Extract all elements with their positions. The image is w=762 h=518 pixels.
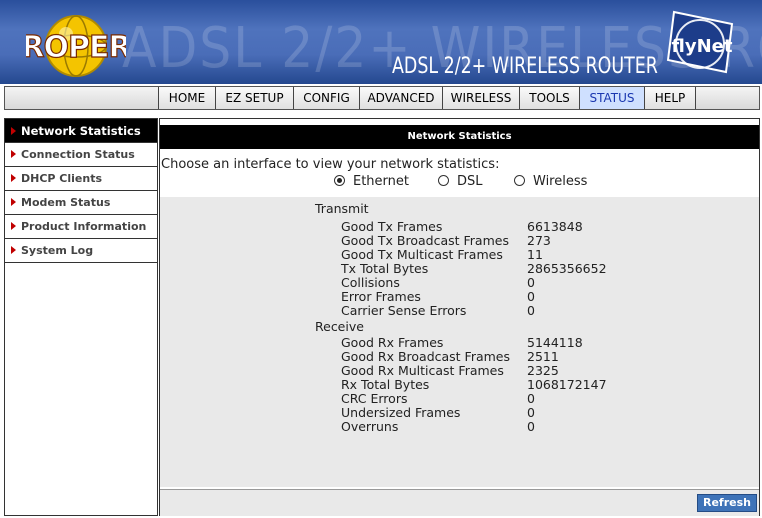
sidebar-item-label: Network Statistics [21,124,141,138]
radio-ethernet[interactable]: Ethernet [334,174,409,189]
tab-tools[interactable]: TOOLS [519,87,579,109]
roper-logo: ROPER [26,15,126,77]
stat-value: 273 [527,233,551,248]
arrow-right-icon [11,174,16,182]
tab-config[interactable]: CONFIG [293,87,359,109]
radio-wireless[interactable]: Wireless [514,174,587,189]
stat-label: Good Rx Broadcast Frames [341,349,511,364]
flynet-logo-text: flyNet [672,36,733,57]
statistics-panel: Transmit Good Tx Frames 6613848 Good Tx … [160,197,759,487]
stat-label: Good Tx Frames [341,219,443,234]
stat-value: 0 [527,391,535,406]
stat-label: Good Tx Broadcast Frames [341,233,509,248]
sidebar-item-product-information[interactable]: Product Information [5,215,157,239]
sidebar-item-label: Connection Status [21,148,135,161]
radio-checked-icon [334,175,345,186]
page-title: Network Statistics [160,125,759,149]
sidebar-item-label: Product Information [21,220,147,233]
stat-label: Good Rx Multicast Frames [341,363,504,378]
arrow-right-icon [11,127,16,135]
tab-advanced[interactable]: ADVANCED [359,87,442,109]
radio-unchecked-icon [438,175,449,186]
stat-value: 5144118 [527,335,583,350]
stat-value: 0 [527,275,535,290]
stat-label: Good Rx Frames [341,335,444,350]
stat-value: 0 [527,419,535,434]
sidebar-item-dhcp-clients[interactable]: DHCP Clients [5,167,157,191]
main-panel: Network Statistics Choose an interface t… [159,118,760,516]
radio-label: Ethernet [353,174,409,189]
stat-label: Collisions [341,275,400,290]
refresh-button[interactable]: Refresh [697,494,757,512]
stat-value: 11 [527,247,543,262]
stat-value: 0 [527,289,535,304]
arrow-right-icon [11,246,16,254]
tab-home[interactable]: HOME [158,87,215,109]
radio-label: Wireless [533,174,588,189]
stat-label: CRC Errors [341,391,408,406]
arrow-right-icon [11,222,16,230]
sidebar-item-system-log[interactable]: System Log [5,239,157,263]
radio-dsl[interactable]: DSL [438,174,483,189]
section-heading-transmit: Transmit [315,201,369,216]
interface-chooser: Choose an interface to view your network… [160,155,759,195]
header-banner: ADSL 2/2+ WIRELESS ROUTER ROPER ADSL 2/2… [0,0,762,84]
sidebar-item-label: Modem Status [21,196,111,209]
tab-status[interactable]: STATUS [579,87,644,109]
flynet-logo: flyNet [666,10,734,74]
sidebar-item-label: DHCP Clients [21,172,103,185]
stat-label: Rx Total Bytes [341,377,430,392]
tab-wireless[interactable]: WIRELESS [442,87,519,109]
radio-label: DSL [457,174,483,189]
stat-value: 1068172147 [527,377,607,392]
sidebar-item-label: System Log [21,244,94,257]
tab-help[interactable]: HELP [644,87,696,109]
stat-value: 6613848 [527,219,583,234]
stat-value: 2325 [527,363,559,378]
arrow-right-icon [11,198,16,206]
panel-footer: Refresh [160,489,759,516]
stat-label: Overruns [341,419,399,434]
stat-value: 0 [527,405,535,420]
sidebar: Network Statistics Connection Status DHC… [4,118,158,516]
stat-label: Undersized Frames [341,405,461,420]
stat-label: Error Frames [341,289,421,304]
stat-label: Good Tx Multicast Frames [341,247,503,262]
sidebar-item-connection-status[interactable]: Connection Status [5,143,157,167]
stat-label: Tx Total Bytes [341,261,429,276]
banner-tagline: ADSL 2/2+ WIRELESS ROUTER [392,54,658,79]
sidebar-item-modem-status[interactable]: Modem Status [5,191,157,215]
tab-ez-setup[interactable]: EZ SETUP [215,87,293,109]
stat-value: 0 [527,303,535,318]
section-heading-receive: Receive [315,319,364,334]
interface-prompt: Choose an interface to view your network… [161,157,500,172]
stat-label: Carrier Sense Errors [341,303,467,318]
stat-value: 2865356652 [527,261,607,276]
arrow-right-icon [11,150,16,158]
sidebar-item-network-statistics[interactable]: Network Statistics [5,119,157,143]
radio-unchecked-icon [514,175,525,186]
stat-value: 2511 [527,349,559,364]
roper-logo-text: ROPER [26,30,126,65]
